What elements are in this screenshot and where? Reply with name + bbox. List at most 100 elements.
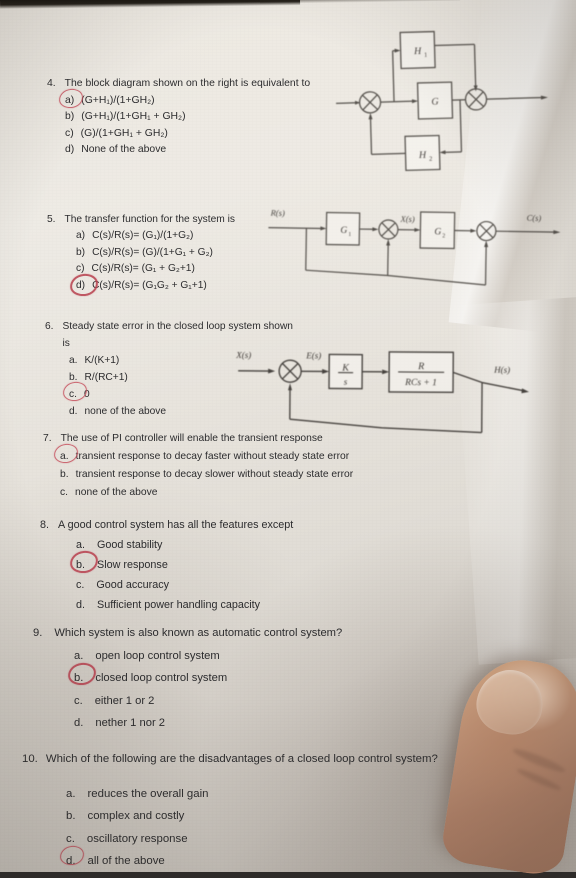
option-label-b: b. <box>60 466 69 484</box>
question-5-option-c[interactable]: c) C(s)/R(s)= (G₁ + G₂+1) <box>76 261 297 277</box>
question-10-option-d[interactable]: d. all of the above <box>66 850 492 873</box>
option-label-a: a. <box>74 645 83 668</box>
question-8-option-c[interactable]: c. Good accuracy <box>76 575 360 595</box>
question-9-option-a[interactable]: a. open loop control system <box>74 645 363 668</box>
question-6-text: Steady state error in the closed loop sy… <box>63 318 296 352</box>
question-8-text: A good control system has all the featur… <box>58 515 293 535</box>
question-9-option-d[interactable]: d. nether 1 nor 2 <box>74 712 363 735</box>
option-label-d: d. <box>66 850 76 873</box>
question-5: 5. The transfer function for the system … <box>47 212 297 294</box>
option-text-a: reduces the overall gain <box>88 783 209 806</box>
option-label-c: c. <box>74 690 83 713</box>
question-7-stem: 7. The use of PI controller will enable … <box>43 430 373 448</box>
question-10-option-c[interactable]: c. oscillatory response <box>66 828 492 851</box>
option-text-a: (G+H₁)/(1+GH₂) <box>81 93 154 110</box>
option-label-b: b. <box>69 369 78 386</box>
question-6: 6. Steady state error in the closed loop… <box>45 318 295 420</box>
question-6-option-c[interactable]: c. 0 <box>69 386 295 403</box>
option-label-c: c. <box>60 484 68 502</box>
question-4: 4. The block diagram shown on the right … <box>47 76 337 159</box>
question-10: 10. Which of the following are the disad… <box>22 748 492 873</box>
question-4-option-d[interactable]: d) None of the above <box>65 142 337 159</box>
option-label-a: a. <box>66 783 76 806</box>
option-label-d: d. <box>74 712 83 735</box>
option-text-a: open loop control system <box>95 645 219 668</box>
question-7-option-a[interactable]: a. transient response to decay faster wi… <box>60 448 373 466</box>
option-text-b: transient response to decay slower witho… <box>76 466 354 484</box>
option-text-d: Sufficient power handling capacity <box>97 595 260 615</box>
question-4-option-b[interactable]: b) (G+H₁)/(1+GH₁ + GH₂) <box>65 109 337 126</box>
option-text-c: either 1 or 2 <box>95 690 155 713</box>
option-text-c: Good accuracy <box>96 575 169 595</box>
option-label-c: c. <box>76 575 84 595</box>
question-7-option-b[interactable]: b. transient response to decay slower wi… <box>60 466 373 484</box>
question-10-option-b[interactable]: b. complex and costly <box>66 805 492 828</box>
option-text-c: C(s)/R(s)= (G₁ + G₂+1) <box>92 261 195 277</box>
question-9-option-b[interactable]: b. closed loop control system <box>74 667 363 690</box>
question-10-option-a[interactable]: a. reduces the overall gain <box>66 783 492 806</box>
option-text-d: nether 1 nor 2 <box>95 712 165 735</box>
question-6-option-d[interactable]: d. none of the above <box>69 403 295 420</box>
option-label-a: a. <box>69 352 78 369</box>
question-10-number: 10. <box>22 748 38 771</box>
option-label-a: a. <box>76 535 85 555</box>
option-label-a: a) <box>65 93 74 110</box>
option-label-b: b) <box>65 109 74 126</box>
question-8-stem: 8. A good control system has all the fea… <box>40 515 360 535</box>
option-label-d: d. <box>69 403 78 420</box>
question-7-number: 7. <box>43 430 52 448</box>
option-text-b: R/(RC+1) <box>85 369 128 386</box>
option-label-b: b. <box>76 555 85 575</box>
option-label-c: c. <box>66 828 75 851</box>
option-text-d: C(s)/R(s)= (G₁G₂ + G₁+1) <box>92 278 207 294</box>
question-5-option-b[interactable]: b) C(s)/R(s)= (G)/(1+G₁ + G₂) <box>76 245 297 261</box>
option-text-b: closed loop control system <box>95 667 227 690</box>
question-6-stem: 6. Steady state error in the closed loop… <box>45 318 295 352</box>
option-text-a: C(s)/R(s)= (G₁)/(1+G₂) <box>92 228 193 244</box>
question-9: 9. Which system is also known as automat… <box>33 622 363 735</box>
option-text-c: 0 <box>84 386 90 403</box>
question-4-text: The block diagram shown on the right is … <box>65 76 310 93</box>
option-text-c: (G)/(1+GH₁ + GH₂) <box>81 126 168 143</box>
option-text-a: Good stability <box>97 535 162 555</box>
question-8-option-a[interactable]: a. Good stability <box>76 535 360 555</box>
question-4-option-a[interactable]: a) (G+H₁)/(1+GH₂) <box>65 93 337 110</box>
question-9-number: 9. <box>33 622 42 645</box>
option-text-b: (G+H₁)/(1+GH₁ + GH₂) <box>81 109 185 126</box>
question-7-text: The use of PI controller will enable the… <box>61 430 323 448</box>
question-6-number: 6. <box>45 318 54 335</box>
question-9-stem: 9. Which system is also known as automat… <box>33 622 363 645</box>
question-10-text: Which of the following are the disadvant… <box>46 748 438 771</box>
question-7: 7. The use of PI controller will enable … <box>43 430 373 502</box>
question-9-option-c[interactable]: c. either 1 or 2 <box>74 690 363 713</box>
option-text-b: C(s)/R(s)= (G)/(1+G₁ + G₂) <box>92 245 213 261</box>
option-text-b: complex and costly <box>88 805 185 828</box>
option-label-b: b) <box>76 245 85 261</box>
question-5-stem: 5. The transfer function for the system … <box>47 212 297 228</box>
option-label-b: b. <box>66 805 76 828</box>
option-label-a: a. <box>60 448 69 466</box>
question-6-option-b[interactable]: b. R/(RC+1) <box>69 369 295 386</box>
option-label-c: c. <box>69 386 77 403</box>
option-label-c: c) <box>76 261 85 277</box>
question-4-number: 4. <box>47 76 56 93</box>
option-text-d: all of the above <box>88 850 165 873</box>
option-label-b: b. <box>74 667 83 690</box>
question-5-option-a[interactable]: a) C(s)/R(s)= (G₁)/(1+G₂) <box>76 228 297 244</box>
question-5-option-d[interactable]: d) C(s)/R(s)= (G₁G₂ + G₁+1) <box>76 278 297 294</box>
question-8: 8. A good control system has all the fea… <box>40 515 360 615</box>
option-label-d: d. <box>76 595 85 615</box>
option-label-d: d) <box>76 278 85 294</box>
option-label-c: c) <box>65 126 74 143</box>
question-6-option-a[interactable]: a. K/(K+1) <box>69 352 295 369</box>
question-8-option-d[interactable]: d. Sufficient power handling capacity <box>76 595 360 615</box>
question-8-option-b[interactable]: b. Slow response <box>76 555 360 575</box>
option-text-a: transient response to decay faster witho… <box>76 448 350 466</box>
option-text-d: none of the above <box>85 403 167 420</box>
question-9-text: Which system is also known as automatic … <box>54 622 342 645</box>
question-4-option-c[interactable]: c) (G)/(1+GH₁ + GH₂) <box>65 126 337 143</box>
question-7-option-c[interactable]: c. none of the above <box>60 484 373 502</box>
option-text-a: K/(K+1) <box>85 352 120 369</box>
option-text-b: Slow response <box>97 555 168 575</box>
question-8-number: 8. <box>40 515 49 535</box>
